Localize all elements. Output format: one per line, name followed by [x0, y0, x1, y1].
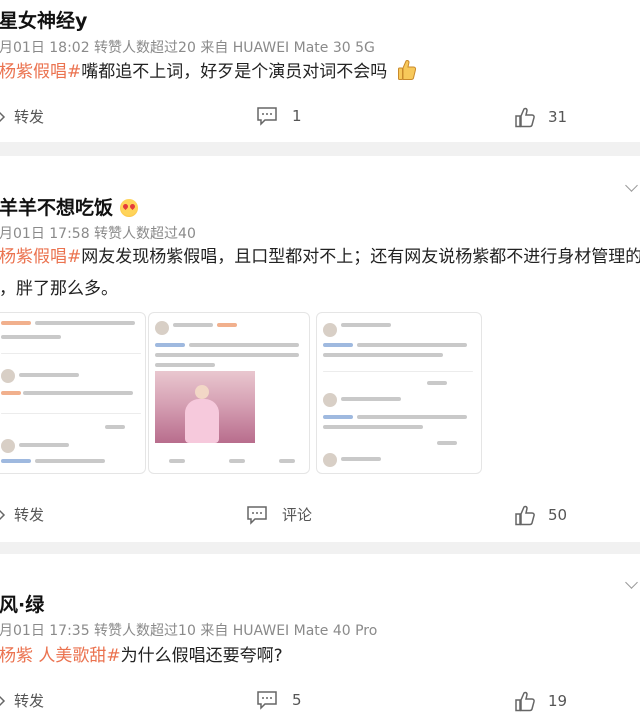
- image-text-line: [341, 457, 381, 461]
- like-button[interactable]: 31: [514, 106, 567, 128]
- singer-figure: [195, 385, 209, 399]
- like-icon: [515, 107, 535, 128]
- post-image[interactable]: [0, 312, 146, 474]
- comment-icon: [247, 505, 267, 525]
- comment-icon: [257, 107, 277, 126]
- avatar: [323, 453, 337, 467]
- post-body: 嘴都追不上词，好歹是个演员对词不会吗: [81, 62, 388, 82]
- post-body: 为什么假唱还要夸啊?: [120, 646, 283, 666]
- chevron-down-icon[interactable]: [625, 179, 638, 192]
- comment-button[interactable]: 5: [256, 690, 302, 710]
- post-divider: [0, 542, 640, 554]
- post-card: 羊羊不想吃饭 月01日 17:58 转赞人数超过40 杨紫假唱#网友发现杨紫假唱…: [0, 156, 640, 542]
- like-button[interactable]: 19: [514, 690, 567, 712]
- image-text-line: [357, 343, 467, 347]
- avatar: [323, 393, 337, 407]
- avatar: [1, 369, 15, 383]
- forward-icon: [0, 509, 6, 520]
- like-button[interactable]: 50: [514, 504, 567, 526]
- hashtag[interactable]: 杨紫假唱#: [0, 62, 81, 82]
- image-text-line: [341, 397, 401, 401]
- like-count: 19: [548, 692, 568, 710]
- post-image[interactable]: [316, 312, 482, 474]
- image-text-line: [155, 343, 185, 347]
- concert-photo: [155, 371, 255, 443]
- like-count: 31: [548, 108, 568, 126]
- comment-count: 5: [292, 691, 302, 709]
- forward-button[interactable]: 转发: [0, 690, 44, 711]
- post-text: 杨紫假唱#嘴都追不上词，好歹是个演员对词不会吗: [0, 56, 417, 88]
- hashtag[interactable]: 杨紫假唱#: [0, 247, 81, 267]
- forward-label: 转发: [14, 108, 45, 126]
- image-text-line: [155, 353, 299, 357]
- forward-label: 转发: [14, 506, 45, 524]
- image-text-line: [1, 353, 141, 354]
- chevron-down-icon[interactable]: [625, 576, 638, 589]
- image-text-line: [1, 335, 61, 339]
- image-text-line: [105, 425, 125, 429]
- image-text-line: [323, 371, 473, 372]
- image-text-line: [35, 321, 135, 325]
- post-text-line2: ，胖了那么多。: [0, 279, 118, 299]
- post-text: 杨紫假唱#网友发现杨紫假唱，且口型都对不上；还有网友说杨紫都不进行身材管理的: [0, 241, 640, 273]
- image-text-line: [323, 343, 353, 347]
- image-text-line: [23, 391, 133, 395]
- image-text-line: [19, 373, 79, 377]
- image-text-line: [173, 323, 213, 327]
- avatar: [1, 439, 15, 453]
- image-text-line: [1, 413, 141, 414]
- image-text-line: [229, 459, 245, 463]
- image-text-line: [437, 441, 457, 445]
- forward-button[interactable]: 转发: [0, 106, 44, 127]
- image-text-line: [217, 323, 237, 327]
- comment-icon: [257, 691, 277, 710]
- post-meta: 月01日 17:35 转赞人数超过10 来自 HUAWEI Mate 40 Pr…: [0, 623, 378, 639]
- forward-icon: [0, 111, 6, 122]
- singer-dress: [185, 399, 219, 443]
- username-text: 羊羊不想吃饭: [0, 197, 114, 219]
- avatar: [155, 321, 169, 335]
- image-text-line: [427, 381, 447, 385]
- post-meta: 月01日 17:58 转赞人数超过40: [0, 226, 196, 242]
- image-text-line: [323, 425, 423, 429]
- image-text-line: [189, 343, 299, 347]
- post-body-line1: 网友发现杨紫假唱，且口型都对不上；还有网友说杨紫都不进行身材管理的: [81, 247, 640, 267]
- forward-icon: [0, 695, 6, 706]
- post-meta: 月01日 18:02 转赞人数超过20 来自 HUAWEI Mate 30 5G: [0, 40, 375, 56]
- image-text-line: [155, 363, 215, 367]
- post-divider: [0, 142, 640, 156]
- username[interactable]: 星女神经y: [0, 6, 87, 33]
- image-text-line: [19, 443, 69, 447]
- image-text-line: [1, 321, 31, 325]
- forward-label: 转发: [14, 692, 45, 710]
- image-text-line: [341, 323, 391, 327]
- post-card: 星女神经y 月01日 18:02 转赞人数超过20 来自 HUAWEI Mate…: [0, 0, 640, 142]
- comment-label: 评论: [282, 506, 313, 524]
- image-text-line: [169, 459, 185, 463]
- image-text-line: [323, 415, 353, 419]
- like-icon: [515, 505, 535, 526]
- like-icon: [515, 691, 535, 712]
- username[interactable]: 风·绿: [0, 590, 44, 617]
- comment-count: 1: [292, 107, 302, 125]
- comment-button[interactable]: 评论: [246, 504, 312, 525]
- heart-eyes-emoji-icon: [119, 199, 138, 217]
- comment-button[interactable]: 1: [256, 106, 302, 126]
- image-text-line: [279, 459, 295, 463]
- post-image[interactable]: [148, 312, 310, 474]
- forward-button[interactable]: 转发: [0, 504, 44, 525]
- image-text-line: [1, 391, 21, 395]
- thumbs-up-emoji-icon: [397, 60, 416, 80]
- image-text-line: [1, 459, 31, 463]
- username[interactable]: 羊羊不想吃饭: [0, 193, 138, 220]
- like-count: 50: [548, 506, 568, 524]
- image-text-line: [35, 459, 105, 463]
- image-text-line: [357, 415, 467, 419]
- post-card: 风·绿 月01日 17:35 转赞人数超过10 来自 HUAWEI Mate 4…: [0, 554, 640, 717]
- avatar: [323, 323, 337, 337]
- hashtag[interactable]: 杨紫 人美歌甜#: [0, 646, 121, 666]
- image-text-line: [323, 353, 443, 357]
- post-text: 杨紫 人美歌甜#为什么假唱还要夸啊?: [0, 640, 283, 672]
